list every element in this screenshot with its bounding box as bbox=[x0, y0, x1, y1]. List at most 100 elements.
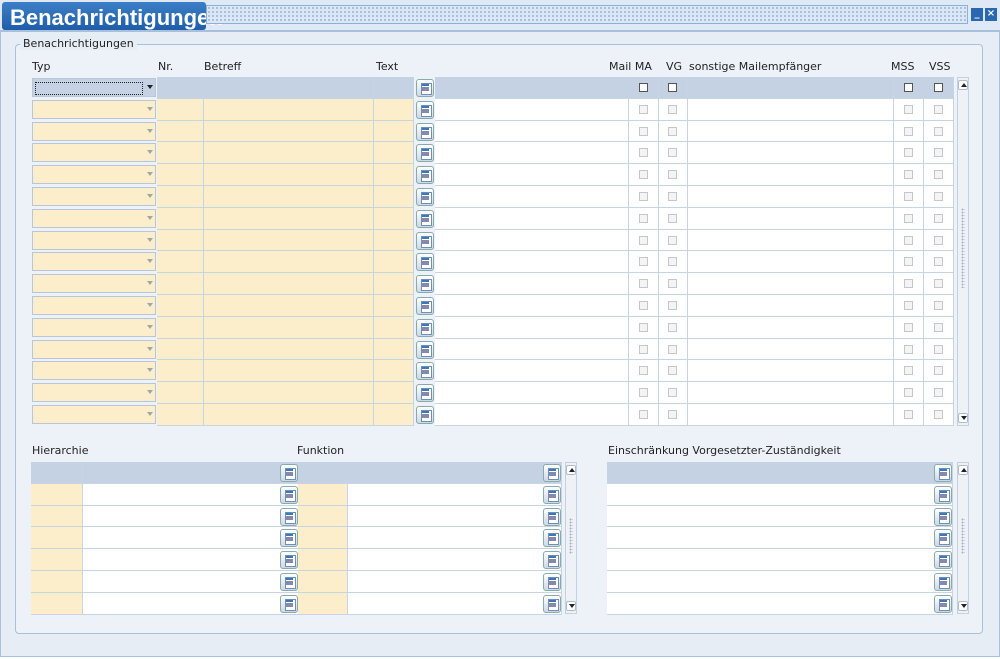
text-cell[interactable] bbox=[374, 208, 414, 230]
scroll-down-arrow-icon[interactable] bbox=[566, 601, 576, 611]
typ-dropdown[interactable] bbox=[32, 165, 156, 184]
betreff-cell[interactable] bbox=[204, 186, 374, 208]
mss-checkbox[interactable] bbox=[904, 345, 913, 354]
scroll-down-arrow-icon[interactable] bbox=[958, 601, 968, 611]
vg-checkbox[interactable] bbox=[668, 279, 677, 288]
scroll-up-arrow-icon[interactable] bbox=[566, 465, 576, 475]
betreff-cell[interactable] bbox=[204, 251, 374, 273]
typ-dropdown[interactable] bbox=[32, 318, 156, 337]
edit-note-icon[interactable] bbox=[416, 232, 434, 250]
funktion-code-cell[interactable] bbox=[298, 484, 348, 506]
hierarchie-code-cell[interactable] bbox=[31, 506, 83, 527]
text-cell[interactable] bbox=[374, 230, 414, 251]
edit-note-icon[interactable] bbox=[416, 319, 434, 337]
vg-checkbox[interactable] bbox=[668, 214, 677, 223]
edit-note-icon[interactable] bbox=[416, 297, 434, 315]
edit-note-icon[interactable] bbox=[543, 573, 561, 591]
sonstige-mailempfaenger-cell[interactable] bbox=[688, 360, 894, 382]
edit-note-icon[interactable] bbox=[543, 464, 561, 482]
text-cell[interactable] bbox=[374, 186, 414, 208]
edit-note-icon[interactable] bbox=[416, 101, 434, 119]
sonstige-mailempfaenger-cell[interactable] bbox=[688, 186, 894, 208]
nr-cell[interactable] bbox=[157, 360, 204, 382]
hierarchie-code-cell[interactable] bbox=[31, 593, 83, 615]
sonstige-mailempfaenger-cell[interactable] bbox=[688, 99, 894, 121]
funktion-scrollbar[interactable] bbox=[565, 462, 577, 614]
edit-note-icon[interactable] bbox=[543, 486, 561, 504]
mail-ma-checkbox[interactable] bbox=[639, 257, 648, 266]
typ-dropdown[interactable] bbox=[32, 78, 156, 97]
text-cell[interactable] bbox=[374, 99, 414, 121]
vg-checkbox[interactable] bbox=[668, 323, 677, 332]
mail-ma-checkbox[interactable] bbox=[639, 105, 648, 114]
scroll-up-arrow-icon[interactable] bbox=[958, 465, 968, 475]
text-cell[interactable] bbox=[374, 77, 414, 99]
vss-checkbox[interactable] bbox=[934, 323, 943, 332]
vss-checkbox[interactable] bbox=[934, 214, 943, 223]
mss-checkbox[interactable] bbox=[904, 83, 913, 92]
nr-cell[interactable] bbox=[157, 404, 204, 426]
text-cell[interactable] bbox=[374, 360, 414, 382]
typ-dropdown[interactable] bbox=[32, 361, 156, 380]
vg-checkbox[interactable] bbox=[668, 170, 677, 179]
typ-dropdown[interactable] bbox=[32, 143, 156, 162]
text-cell[interactable] bbox=[374, 121, 414, 142]
scroll-down-arrow-icon[interactable] bbox=[958, 413, 968, 423]
edit-note-icon[interactable] bbox=[934, 573, 952, 591]
betreff-cell[interactable] bbox=[204, 230, 374, 251]
vss-checkbox[interactable] bbox=[934, 127, 943, 136]
vg-checkbox[interactable] bbox=[668, 257, 677, 266]
vg-checkbox[interactable] bbox=[668, 127, 677, 136]
edit-note-icon[interactable] bbox=[280, 486, 298, 504]
mail-ma-checkbox[interactable] bbox=[639, 236, 648, 245]
betreff-cell[interactable] bbox=[204, 273, 374, 295]
mail-ma-checkbox[interactable] bbox=[639, 192, 648, 201]
nr-cell[interactable] bbox=[157, 230, 204, 251]
edit-note-icon[interactable] bbox=[416, 79, 434, 97]
mail-ma-checkbox[interactable] bbox=[639, 388, 648, 397]
mss-checkbox[interactable] bbox=[904, 214, 913, 223]
edit-note-icon[interactable] bbox=[416, 384, 434, 402]
betreff-cell[interactable] bbox=[204, 164, 374, 186]
edit-note-icon[interactable] bbox=[416, 210, 434, 228]
mail-ma-checkbox[interactable] bbox=[639, 301, 648, 310]
edit-note-icon[interactable] bbox=[280, 573, 298, 591]
mss-checkbox[interactable] bbox=[904, 279, 913, 288]
sonstige-mailempfaenger-cell[interactable] bbox=[688, 317, 894, 339]
text-cell[interactable] bbox=[374, 142, 414, 164]
hierarchie-code-cell[interactable] bbox=[31, 484, 83, 506]
funktion-code-cell[interactable] bbox=[298, 527, 348, 549]
vss-checkbox[interactable] bbox=[934, 345, 943, 354]
mss-checkbox[interactable] bbox=[904, 148, 913, 157]
sonstige-mailempfaenger-cell[interactable] bbox=[688, 339, 894, 360]
nr-cell[interactable] bbox=[157, 142, 204, 164]
main-table-scrollbar[interactable] bbox=[957, 77, 969, 426]
edit-note-icon[interactable] bbox=[416, 275, 434, 293]
edit-note-icon[interactable] bbox=[280, 529, 298, 547]
scrollbar-grip[interactable] bbox=[569, 518, 573, 554]
vg-checkbox[interactable] bbox=[668, 105, 677, 114]
vss-checkbox[interactable] bbox=[934, 257, 943, 266]
vss-checkbox[interactable] bbox=[934, 170, 943, 179]
betreff-cell[interactable] bbox=[204, 382, 374, 404]
funktion-code-cell[interactable] bbox=[298, 593, 348, 615]
nr-cell[interactable] bbox=[157, 186, 204, 208]
betreff-cell[interactable] bbox=[204, 404, 374, 426]
betreff-cell[interactable] bbox=[204, 360, 374, 382]
mss-checkbox[interactable] bbox=[904, 192, 913, 201]
mail-ma-checkbox[interactable] bbox=[639, 366, 648, 375]
text-cell[interactable] bbox=[374, 317, 414, 339]
funktion-code-cell[interactable] bbox=[298, 571, 348, 593]
sonstige-mailempfaenger-cell[interactable] bbox=[688, 208, 894, 230]
edit-note-icon[interactable] bbox=[280, 464, 298, 482]
vss-checkbox[interactable] bbox=[934, 279, 943, 288]
vg-checkbox[interactable] bbox=[668, 366, 677, 375]
edit-note-icon[interactable] bbox=[934, 529, 952, 547]
funktion-code-cell[interactable] bbox=[298, 549, 348, 571]
edit-note-icon[interactable] bbox=[280, 508, 298, 526]
text-cell[interactable] bbox=[374, 164, 414, 186]
vss-checkbox[interactable] bbox=[934, 410, 943, 419]
sonstige-mailempfaenger-cell[interactable] bbox=[688, 164, 894, 186]
sonstige-mailempfaenger-cell[interactable] bbox=[688, 251, 894, 273]
nr-cell[interactable] bbox=[157, 273, 204, 295]
